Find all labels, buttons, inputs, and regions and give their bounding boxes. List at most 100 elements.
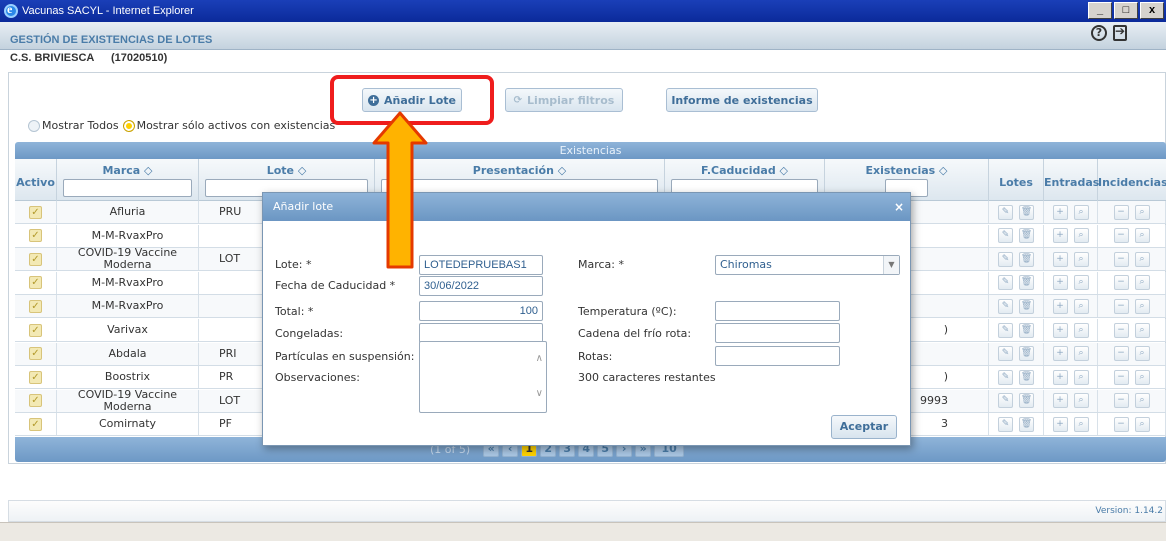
delete-icon[interactable]: 🗑 (1019, 204, 1034, 220)
add-entry-icon[interactable]: + (1052, 275, 1068, 291)
view-incidents-icon[interactable]: ⌕ (1134, 322, 1150, 338)
minus-icon[interactable]: − (1113, 204, 1129, 220)
view-entries-icon[interactable]: ⌕ (1073, 275, 1089, 291)
scroll-down-icon[interactable]: ∨ (536, 387, 543, 401)
add-entry-icon[interactable]: + (1052, 228, 1068, 244)
stock-report-button[interactable]: Informe de existencias (666, 88, 818, 112)
delete-icon[interactable]: 🗑 (1019, 251, 1034, 267)
view-incidents-icon[interactable]: ⌕ (1134, 369, 1150, 385)
view-incidents-icon[interactable]: ⌕ (1134, 251, 1150, 267)
logout-icon[interactable] (1113, 24, 1127, 41)
view-entries-icon[interactable]: ⌕ (1073, 251, 1089, 267)
add-entry-icon[interactable]: + (1052, 251, 1068, 267)
delete-icon[interactable]: 🗑 (1019, 322, 1034, 338)
caducidad-input[interactable] (419, 276, 543, 296)
minus-icon[interactable]: − (1113, 346, 1129, 362)
minus-icon[interactable]: − (1113, 228, 1129, 244)
view-entries-icon[interactable]: ⌕ (1073, 346, 1089, 362)
help-icon[interactable]: ? (1091, 25, 1107, 41)
radio-show-all[interactable] (28, 119, 40, 132)
lote-input[interactable] (419, 255, 543, 275)
view-entries-icon[interactable]: ⌕ (1073, 204, 1089, 220)
delete-icon[interactable]: 🗑 (1019, 416, 1034, 432)
minus-icon[interactable]: − (1113, 251, 1129, 267)
chevron-down-icon[interactable]: ▼ (883, 256, 899, 274)
view-entries-icon[interactable]: ⌕ (1073, 416, 1089, 432)
view-entries-icon[interactable]: ⌕ (1073, 228, 1089, 244)
close-window-button[interactable]: x (1140, 2, 1164, 19)
annotation-arrow-icon (372, 111, 428, 269)
edit-icon[interactable]: ✎ (998, 251, 1013, 267)
view-incidents-icon[interactable]: ⌕ (1134, 228, 1150, 244)
delete-icon[interactable]: 🗑 (1019, 393, 1034, 409)
active-checkbox[interactable]: ✓ (29, 229, 42, 243)
add-entry-icon[interactable]: + (1052, 298, 1068, 314)
delete-icon[interactable]: 🗑 (1019, 369, 1034, 385)
view-incidents-icon[interactable]: ⌕ (1134, 275, 1150, 291)
view-entries-icon[interactable]: ⌕ (1073, 298, 1089, 314)
minus-icon[interactable]: − (1113, 322, 1129, 338)
edit-icon[interactable]: ✎ (998, 346, 1013, 362)
edit-icon[interactable]: ✎ (998, 228, 1013, 244)
cadena-frio-input[interactable] (715, 323, 840, 343)
edit-icon[interactable]: ✎ (998, 393, 1013, 409)
col-activo[interactable]: Activo (15, 159, 57, 201)
edit-icon[interactable]: ✎ (998, 369, 1013, 385)
edit-icon[interactable]: ✎ (998, 298, 1013, 314)
delete-icon[interactable]: 🗑 (1019, 346, 1034, 362)
view-incidents-icon[interactable]: ⌕ (1134, 346, 1150, 362)
congeladas-input[interactable] (419, 323, 543, 343)
temperatura-input[interactable] (715, 301, 840, 321)
active-checkbox[interactable]: ✓ (29, 276, 42, 290)
minus-icon[interactable]: − (1113, 369, 1129, 385)
clear-filters-button[interactable]: ⟳ Limpiar filtros (505, 88, 623, 112)
view-incidents-icon[interactable]: ⌕ (1134, 393, 1150, 409)
delete-icon[interactable]: 🗑 (1019, 228, 1034, 244)
marca-select[interactable]: Chiromas ▼ (715, 255, 900, 275)
col-marca[interactable]: Marca ◇ (57, 159, 199, 201)
active-checkbox[interactable]: ✓ (29, 417, 42, 431)
edit-icon[interactable]: ✎ (998, 416, 1013, 432)
view-incidents-icon[interactable]: ⌕ (1134, 298, 1150, 314)
cell-incidencias: − ⌕ (1098, 248, 1166, 271)
dialog-header: Añadir lote × (263, 193, 910, 221)
scroll-up-icon[interactable]: ∧ (536, 352, 543, 366)
view-incidents-icon[interactable]: ⌕ (1134, 204, 1150, 220)
active-checkbox[interactable]: ✓ (29, 394, 42, 408)
active-checkbox[interactable]: ✓ (29, 323, 42, 337)
active-checkbox[interactable]: ✓ (29, 252, 42, 266)
add-entry-icon[interactable]: + (1052, 322, 1068, 338)
minus-icon[interactable]: − (1113, 275, 1129, 291)
minus-icon[interactable]: − (1113, 393, 1129, 409)
edit-icon[interactable]: ✎ (998, 275, 1013, 291)
active-checkbox[interactable]: ✓ (29, 205, 42, 219)
view-entries-icon[interactable]: ⌕ (1073, 322, 1089, 338)
accept-button[interactable]: Aceptar (831, 415, 897, 439)
add-entry-icon[interactable]: + (1052, 393, 1068, 409)
view-entries-icon[interactable]: ⌕ (1073, 369, 1089, 385)
minus-icon[interactable]: − (1113, 416, 1129, 432)
add-entry-icon[interactable]: + (1052, 346, 1068, 362)
view-entries-icon[interactable]: ⌕ (1073, 393, 1089, 409)
edit-icon[interactable]: ✎ (998, 322, 1013, 338)
add-entry-icon[interactable]: + (1052, 204, 1068, 220)
radio-show-active[interactable] (122, 119, 135, 132)
active-checkbox[interactable]: ✓ (29, 299, 42, 313)
observaciones-textarea[interactable]: ∧ ∨ (419, 341, 547, 413)
rotas-input[interactable] (715, 346, 840, 366)
view-incidents-icon[interactable]: ⌕ (1134, 416, 1150, 432)
minimize-button[interactable]: _ (1088, 2, 1112, 19)
add-entry-icon[interactable]: + (1052, 416, 1068, 432)
edit-icon[interactable]: ✎ (998, 204, 1013, 220)
maximize-button[interactable]: □ (1114, 2, 1138, 19)
delete-icon[interactable]: 🗑 (1019, 275, 1034, 291)
minus-icon[interactable]: − (1113, 298, 1129, 314)
active-checkbox[interactable]: ✓ (29, 370, 42, 384)
observaciones-label: Observaciones: (275, 371, 360, 384)
add-entry-icon[interactable]: + (1052, 369, 1068, 385)
delete-icon[interactable]: 🗑 (1019, 298, 1034, 314)
active-checkbox[interactable]: ✓ (29, 347, 42, 361)
total-input[interactable] (419, 301, 543, 321)
filter-marca-input[interactable] (63, 179, 192, 197)
dialog-close-icon[interactable]: × (894, 193, 904, 221)
